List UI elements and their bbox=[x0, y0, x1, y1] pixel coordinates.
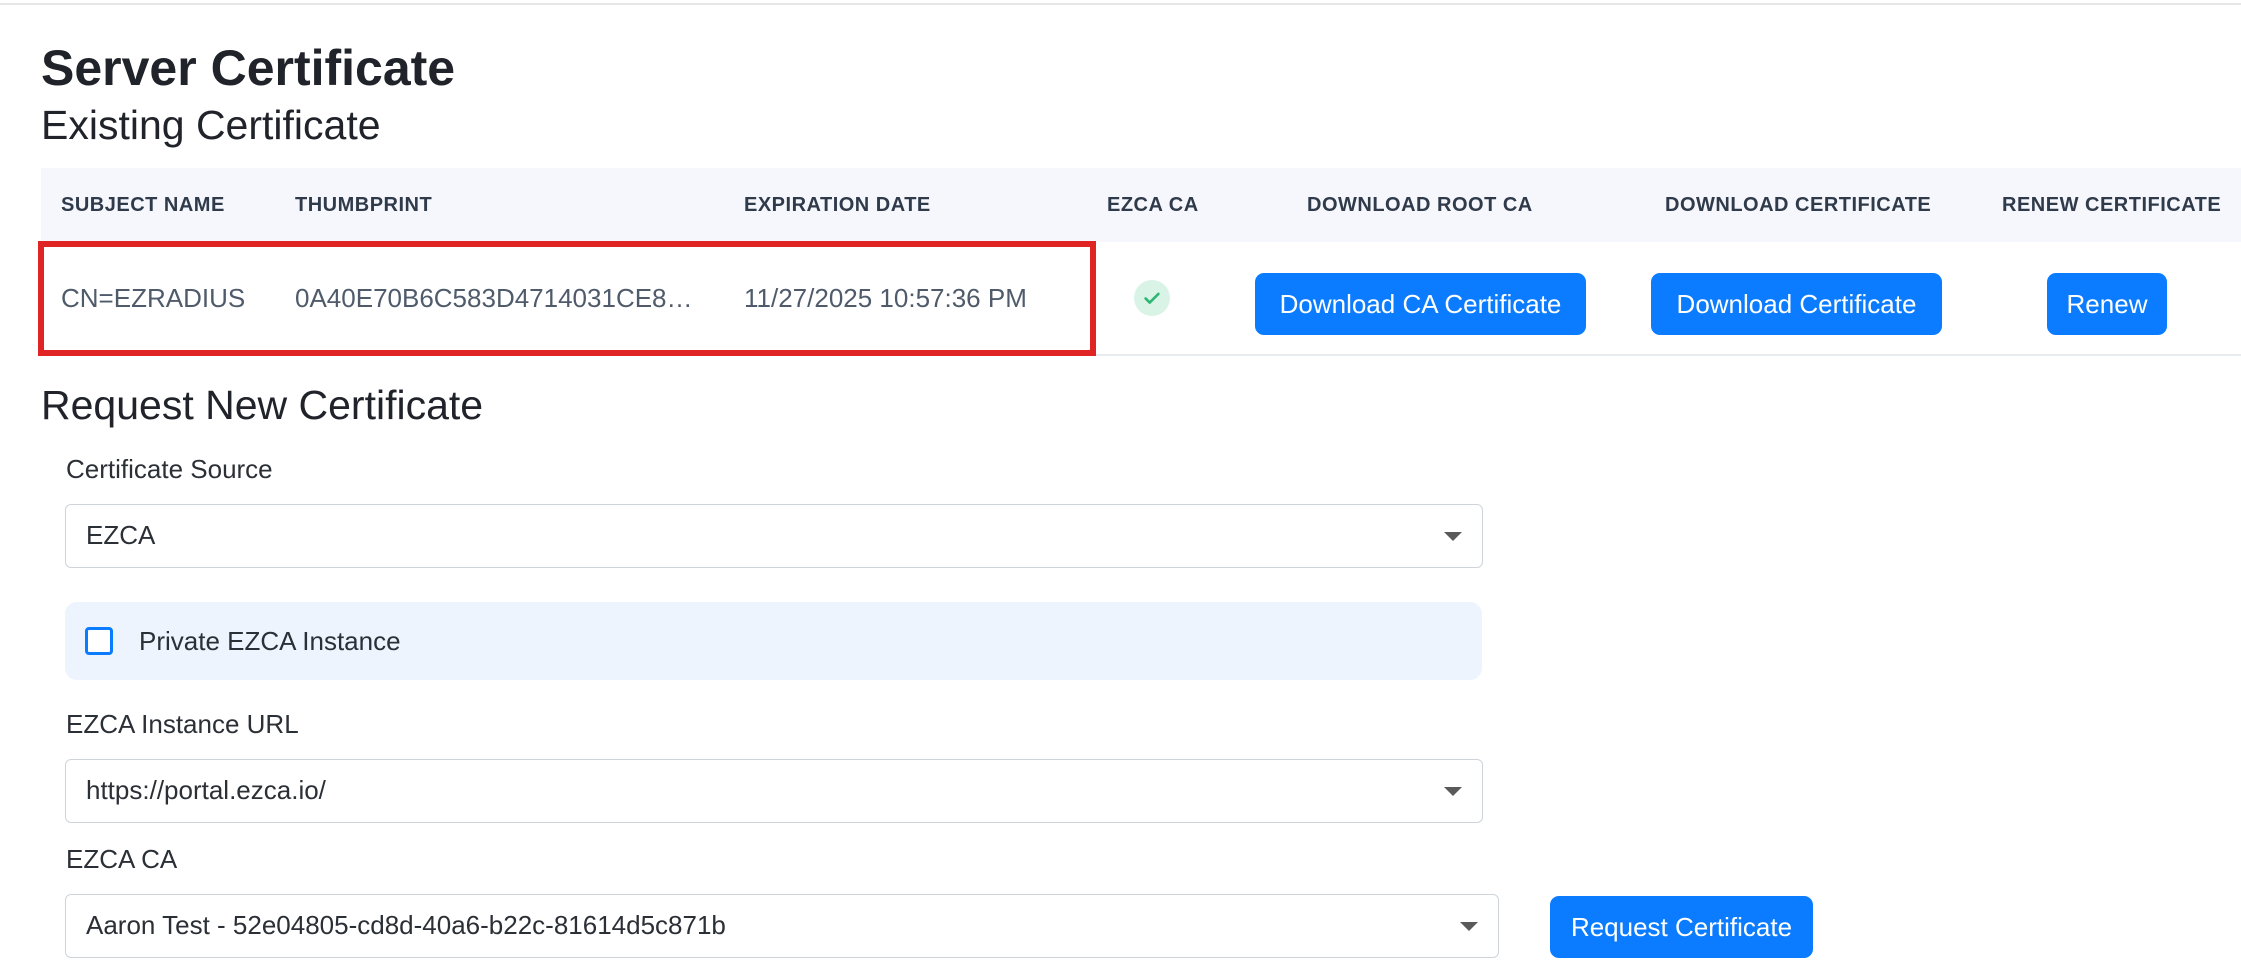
column-header-download-root-ca: DOWNLOAD ROOT CA bbox=[1307, 194, 1533, 216]
private-instance-panel: Private EZCA Instance bbox=[65, 602, 1482, 680]
download-ca-certificate-button[interactable]: Download CA Certificate bbox=[1255, 273, 1586, 335]
table-header: SUBJECT NAME THUMBPRINT EXPIRATION DATE … bbox=[41, 168, 2241, 242]
chevron-down-icon bbox=[1460, 922, 1478, 931]
expiration-date-cell: 11/27/2025 10:57:36 PM bbox=[744, 283, 1027, 313]
chevron-down-icon bbox=[1444, 532, 1462, 541]
certificate-source-value: EZCA bbox=[86, 520, 156, 550]
ezca-ca-value: Aaron Test - 52e04805-cd8d-40a6-b22c-816… bbox=[86, 910, 726, 940]
check-circle-icon bbox=[1134, 280, 1170, 316]
ezca-ca-label: EZCA CA bbox=[66, 844, 178, 874]
existing-certificate-table: SUBJECT NAME THUMBPRINT EXPIRATION DATE … bbox=[41, 168, 2241, 356]
private-instance-label[interactable]: Private EZCA Instance bbox=[139, 602, 401, 680]
instance-url-select[interactable]: https://portal.ezca.io/ bbox=[65, 759, 1483, 823]
certificate-source-label: Certificate Source bbox=[66, 454, 273, 484]
ezca-ca-select[interactable]: Aaron Test - 52e04805-cd8d-40a6-b22c-816… bbox=[65, 894, 1499, 958]
certificate-source-select[interactable]: EZCA bbox=[65, 504, 1483, 568]
column-header-subject-name: SUBJECT NAME bbox=[61, 194, 225, 216]
column-header-expiration-date: EXPIRATION DATE bbox=[744, 194, 931, 216]
existing-certificate-title: Existing Certificate bbox=[41, 102, 381, 148]
instance-url-value: https://portal.ezca.io/ bbox=[86, 775, 326, 805]
top-divider bbox=[0, 3, 2241, 5]
page-title: Server Certificate bbox=[41, 40, 456, 96]
private-instance-checkbox[interactable] bbox=[85, 627, 113, 655]
table-row: CN=EZRADIUS 0A40E70B6C583D4714031CE82...… bbox=[41, 242, 2241, 356]
renew-button[interactable]: Renew bbox=[2047, 273, 2167, 335]
chevron-down-icon bbox=[1444, 787, 1462, 796]
request-new-certificate-title: Request New Certificate bbox=[41, 382, 484, 428]
request-certificate-button[interactable]: Request Certificate bbox=[1550, 896, 1813, 958]
column-header-thumbprint: THUMBPRINT bbox=[295, 194, 433, 216]
column-header-download-certificate: DOWNLOAD CERTIFICATE bbox=[1665, 194, 1932, 216]
column-header-renew-certificate: RENEW CERTIFICATE bbox=[2002, 194, 2222, 216]
instance-url-label: EZCA Instance URL bbox=[66, 709, 299, 739]
thumbprint-cell: 0A40E70B6C583D4714031CE82... bbox=[295, 283, 695, 313]
download-certificate-button[interactable]: Download Certificate bbox=[1651, 273, 1942, 335]
subject-name-cell: CN=EZRADIUS bbox=[61, 283, 246, 313]
column-header-ezca-ca: EZCA CA bbox=[1107, 194, 1199, 216]
